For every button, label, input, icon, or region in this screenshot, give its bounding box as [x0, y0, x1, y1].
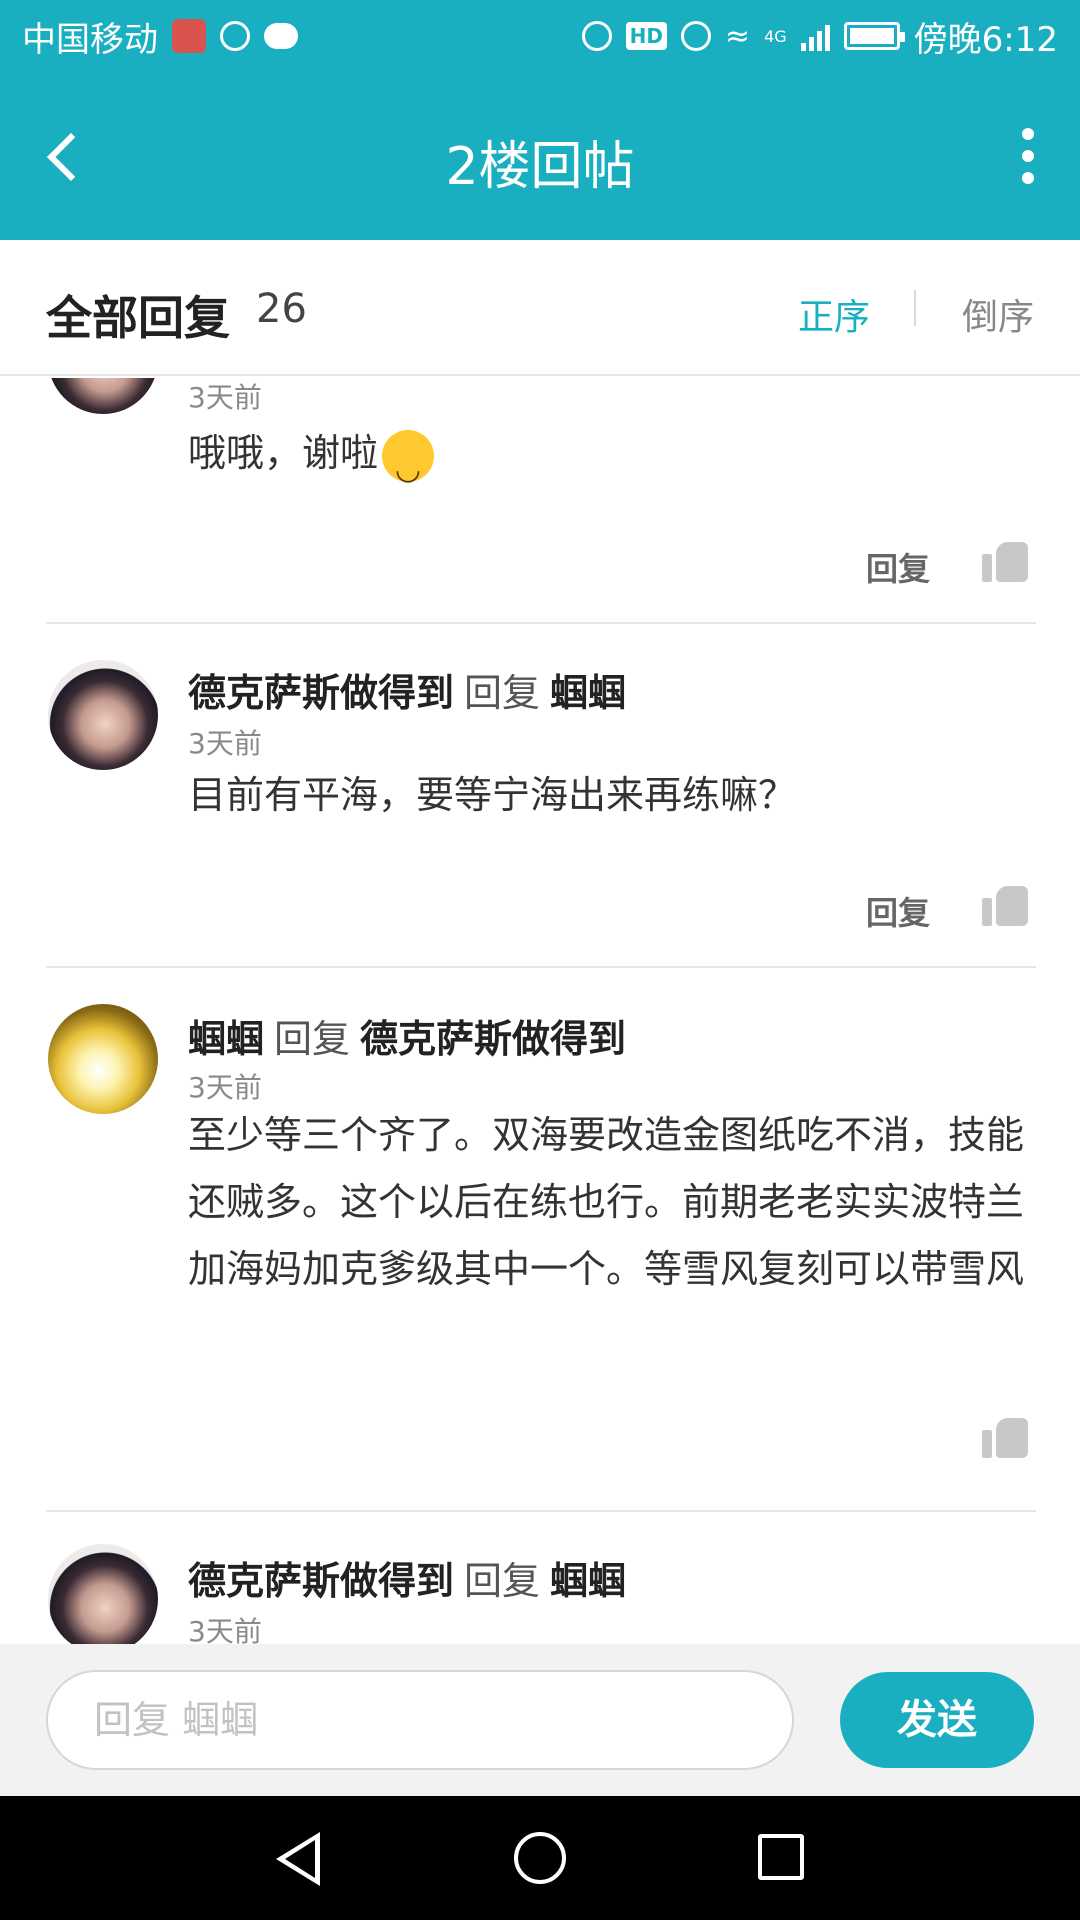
reply-input-bar: 发送 [0, 1644, 1080, 1796]
reply-item: 3天前 哦哦，谢啦 回复 [0, 378, 1080, 622]
clock-label: 傍晚6:12 [913, 19, 1058, 60]
avatar[interactable] [48, 1544, 158, 1644]
timer-icon [220, 21, 250, 51]
hd-icon: HD [625, 22, 667, 50]
reply-target[interactable]: 蝈蝈 [550, 671, 626, 715]
nav-home-icon[interactable] [514, 1832, 566, 1884]
reply-button[interactable]: 回复 [866, 544, 930, 590]
sort-divider [914, 290, 916, 326]
carrier-label: 中国移动 [22, 19, 158, 60]
reply-button[interactable]: 回复 [866, 888, 930, 934]
thumbs-up-icon[interactable] [982, 880, 1028, 926]
reply-item: 德克萨斯做得到 回复 蝈蝈 3天前 [0, 1512, 1080, 1644]
reply-header: 蝈蝈 回复 德克萨斯做得到 [188, 1008, 626, 1063]
alarm-icon [581, 21, 612, 51]
reply-item: 蝈蝈 回复 德克萨斯做得到 3天前 至少等三个齐了。双海要改造金图纸吃不消，技能还贼… [0, 968, 1080, 1510]
reply-feed[interactable]: 3天前 哦哦，谢啦 回复 德克萨斯做得到回复蝈蝈 3天前 目前有平海，要等宁海出… [0, 378, 1080, 1644]
thumbs-up-icon[interactable] [982, 536, 1028, 582]
reply-text: 哦哦，谢啦 [188, 420, 1038, 503]
more-vertical-icon[interactable] [1016, 128, 1040, 184]
signal-icon [800, 21, 830, 51]
sort-descending-tab[interactable]: 倒序 [962, 288, 1034, 340]
replies-header: 全部回复 26 正序 倒序 [0, 240, 1080, 376]
reply-count: 26 [256, 286, 307, 332]
reply-author[interactable]: 蝈蝈 [188, 1017, 264, 1061]
send-button[interactable]: 发送 [840, 1672, 1034, 1768]
wifi-icon: ≈ [724, 18, 751, 54]
reply-author[interactable]: 德克萨斯做得到 [188, 1559, 454, 1603]
reply-word: 回复 [274, 1017, 351, 1061]
reply-item: 德克萨斯做得到 回复 蝈蝈 3天前 目前有平海，要等宁海出来再练嘛？ 回复 [0, 624, 1080, 966]
reply-text: 至少等三个齐了。双海要改造金图纸吃不消，技能还贼多。这个以后在练也行。前期老老实… [188, 1113, 1025, 1291]
page-title: 2楼回帖 [445, 137, 635, 197]
sort-ascending-tab[interactable]: 正序 [798, 288, 870, 340]
reply-target[interactable]: 蝈蝈 [550, 1559, 626, 1603]
notification-app-icon [172, 19, 206, 53]
reply-time: 3天前 [188, 1071, 262, 1104]
status-left: 中国移动 [22, 12, 298, 61]
all-replies-title: 全部回复 [46, 291, 230, 345]
reply-time: 3天前 [188, 727, 262, 760]
reply-target[interactable]: 德克萨斯做得到 [360, 1017, 626, 1061]
smile-emoji-icon [382, 429, 435, 503]
reply-text: 目前有平海，要等宁海出来再练嘛？ [188, 773, 797, 817]
reply-author[interactable]: 德克萨斯做得到 [188, 671, 454, 715]
avatar[interactable] [48, 660, 158, 770]
app-bar: 2楼回帖 [0, 72, 1080, 240]
network-type-label: 4G [764, 26, 787, 46]
avatar[interactable] [48, 1004, 158, 1114]
reply-header: 德克萨斯做得到 回复 蝈蝈 [188, 662, 626, 717]
avatar[interactable] [48, 378, 158, 414]
reply-time: 3天前 [188, 381, 262, 414]
system-nav-bar [0, 1796, 1080, 1920]
message-icon [264, 23, 298, 49]
thumbs-up-icon[interactable] [982, 1412, 1028, 1458]
nav-back-icon[interactable] [276, 1832, 324, 1886]
status-right: HD ≈ 4G 傍晚6:12 [581, 12, 1058, 61]
reply-input[interactable] [46, 1670, 794, 1770]
nav-recents-icon[interactable] [758, 1834, 804, 1880]
reply-header: 德克萨斯做得到 回复 蝈蝈 [188, 1550, 626, 1605]
reply-word: 回复 [464, 1559, 541, 1603]
status-bar: 中国移动 HD ≈ 4G 傍晚6:12 [0, 0, 1080, 72]
reply-time: 3天前 [188, 1615, 262, 1644]
reply-word: 回复 [464, 671, 541, 715]
eye-icon [680, 21, 711, 51]
battery-icon [843, 22, 905, 50]
